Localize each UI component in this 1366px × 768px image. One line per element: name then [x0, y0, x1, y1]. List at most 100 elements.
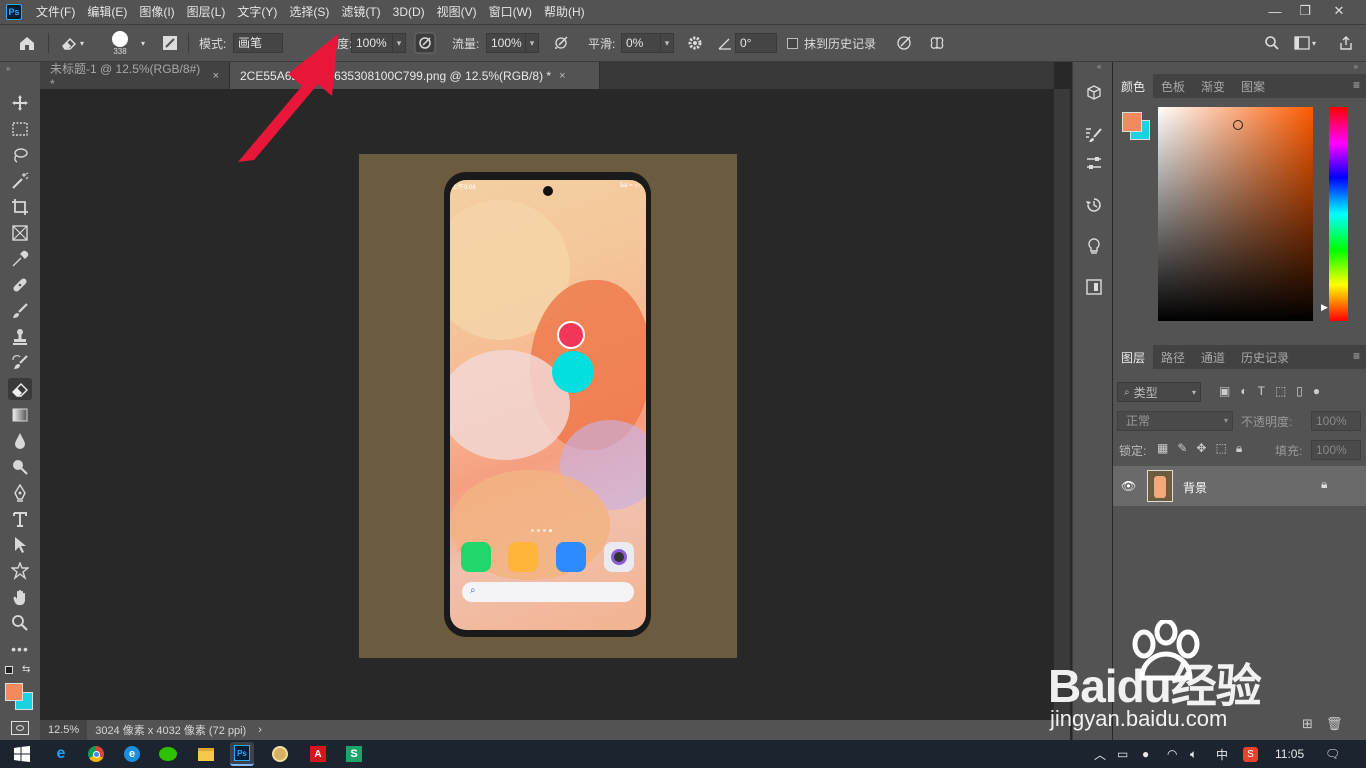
menu-type[interactable]: 文字(Y): [231, 0, 283, 24]
history-brush-tool-icon[interactable]: [8, 352, 32, 374]
filter-toggle-icon[interactable]: ●: [1313, 384, 1320, 398]
sheets-app-icon[interactable]: S: [342, 742, 366, 766]
lock-image-icon[interactable]: ✎: [1177, 441, 1187, 456]
tab-untitled[interactable]: 未标题-1 @ 12.5%(RGB/8#) * ×: [40, 62, 230, 91]
ime-indicator[interactable]: 中: [1216, 740, 1228, 768]
status-menu-arrow[interactable]: ›: [254, 724, 266, 736]
3d-panel-icon[interactable]: [1083, 82, 1105, 104]
fill-input[interactable]: 100%: [1311, 440, 1361, 460]
frame-tool-icon[interactable]: [8, 222, 32, 244]
photoshop-taskbar-icon[interactable]: Ps: [230, 742, 254, 766]
search-icon[interactable]: [1264, 25, 1280, 61]
more-tools-icon[interactable]: •••: [8, 638, 32, 660]
lasso-tool-icon[interactable]: [8, 144, 32, 166]
brush-size-picker[interactable]: 338: [112, 25, 128, 61]
foreground-color-swatch[interactable]: [5, 683, 23, 701]
menu-window[interactable]: 窗口(W): [483, 0, 538, 24]
smoothing-input[interactable]: 0%: [621, 33, 661, 53]
tab-patterns[interactable]: 图案: [1233, 74, 1273, 98]
file-explorer-icon[interactable]: [194, 742, 218, 766]
blur-tool-icon[interactable]: [8, 430, 32, 452]
volume-icon[interactable]: 🔈︎: [1190, 740, 1197, 768]
tab-history[interactable]: 历史记录: [1233, 345, 1297, 369]
stamp-tool-icon[interactable]: [8, 326, 32, 348]
type-tool-icon[interactable]: [8, 508, 32, 530]
zoom-level[interactable]: 12.5%: [40, 720, 88, 740]
panel-menu-icon[interactable]: ≡: [1347, 78, 1366, 98]
layer-row[interactable]: 👁︎ 背景 🔒︎: [1113, 466, 1366, 506]
qq-tray-icon[interactable]: ●: [1142, 740, 1149, 768]
layer-name[interactable]: 背景: [1183, 479, 1207, 496]
layer-opacity-input[interactable]: 100%: [1311, 411, 1361, 431]
lock-artboard-icon[interactable]: ⬚: [1215, 441, 1226, 456]
pressure-opacity-icon[interactable]: [414, 25, 436, 61]
tab-channels[interactable]: 通道: [1193, 345, 1233, 369]
menu-file[interactable]: 文件(F): [30, 0, 81, 24]
smoothing-dropdown[interactable]: ▾: [660, 33, 674, 53]
menu-edit[interactable]: 编辑(E): [81, 0, 133, 24]
menu-select[interactable]: 选择(S): [283, 0, 335, 24]
menu-help[interactable]: 帮助(H): [538, 0, 591, 24]
move-tool-icon[interactable]: [8, 92, 32, 114]
color-panel-foreground-swatch[interactable]: [1122, 112, 1142, 132]
minimize-button[interactable]: —: [1258, 0, 1292, 22]
color-picker-cursor[interactable]: [1233, 120, 1243, 130]
tab-gradients[interactable]: 渐变: [1193, 74, 1233, 98]
shape-tool-icon[interactable]: [8, 560, 32, 582]
flow-input[interactable]: 100%: [486, 33, 526, 53]
chrome-icon[interactable]: [84, 742, 108, 766]
tab-layers[interactable]: 图层: [1113, 345, 1154, 369]
dodge-tool-icon[interactable]: [8, 456, 32, 478]
internet-explorer-icon[interactable]: e: [49, 742, 73, 766]
eyedropper-tool-icon[interactable]: [8, 248, 32, 270]
airbrush-icon[interactable]: [552, 25, 570, 61]
marquee-tool-icon[interactable]: [8, 118, 32, 140]
erase-history-checkbox[interactable]: 抹到历史记录: [787, 25, 876, 61]
learn-lightbulb-icon[interactable]: [1083, 236, 1105, 258]
brush-settings-icon[interactable]: [161, 25, 179, 61]
windows-start-icon[interactable]: [10, 742, 34, 766]
pen-tool-icon[interactable]: [8, 482, 32, 504]
tab-swatches[interactable]: 色板: [1153, 74, 1193, 98]
hue-slider[interactable]: [1329, 107, 1348, 321]
swap-colors-icon[interactable]: ⇆: [22, 664, 30, 675]
type-filter-icon[interactable]: T: [1258, 384, 1265, 398]
restore-button[interactable]: ❐: [1288, 0, 1322, 22]
menu-view[interactable]: 视图(V): [431, 0, 483, 24]
smart-object-filter-icon[interactable]: ▯: [1296, 384, 1303, 398]
home-icon[interactable]: [18, 25, 36, 61]
clock[interactable]: 11:05: [1275, 740, 1304, 768]
wechat-icon[interactable]: [156, 742, 180, 766]
flow-dropdown[interactable]: ▾: [525, 33, 539, 53]
pixel-filter-icon[interactable]: ▣: [1219, 384, 1230, 398]
tray-app-icon[interactable]: ▭: [1117, 740, 1128, 768]
layer-filter-select[interactable]: ⌕ 类型 ▾: [1117, 382, 1201, 402]
hue-slider-thumb[interactable]: ▶: [1321, 302, 1328, 313]
gradient-tool-icon[interactable]: [8, 404, 32, 426]
acrobat-icon[interactable]: A: [306, 742, 330, 766]
angle-input[interactable]: 0°: [735, 33, 777, 53]
gear-icon[interactable]: [686, 25, 704, 61]
pressure-size-icon[interactable]: [895, 25, 913, 61]
zoom-tool-icon[interactable]: [8, 612, 32, 634]
opacity-dropdown[interactable]: ▾: [392, 33, 406, 53]
path-selection-tool-icon[interactable]: [8, 534, 32, 556]
menu-3d[interactable]: 3D(D): [387, 0, 431, 24]
quick-mask-icon[interactable]: [11, 721, 29, 735]
wifi-icon[interactable]: ◠: [1167, 740, 1177, 768]
tab-paths[interactable]: 路径: [1153, 345, 1193, 369]
default-colors-icon[interactable]: [5, 666, 13, 674]
brush-size-dropdown[interactable]: ▾: [141, 25, 145, 61]
adjustment-filter-icon[interactable]: ◐: [1240, 384, 1247, 398]
collapse-tools-icon[interactable]: »: [6, 64, 10, 73]
hand-tool-icon[interactable]: [8, 586, 32, 608]
close-tab-icon[interactable]: ×: [559, 70, 565, 82]
adjustments-panel-icon[interactable]: [1083, 152, 1105, 174]
brush-tool-icon[interactable]: [8, 300, 32, 322]
color-field[interactable]: [1158, 107, 1313, 321]
sogou-input-icon[interactable]: S: [1243, 740, 1258, 768]
lock-transparent-icon[interactable]: ▦: [1157, 441, 1168, 456]
symmetry-icon[interactable]: [928, 25, 946, 61]
eye-icon[interactable]: 👁︎: [1121, 479, 1136, 493]
close-button[interactable]: ✕: [1322, 0, 1356, 22]
